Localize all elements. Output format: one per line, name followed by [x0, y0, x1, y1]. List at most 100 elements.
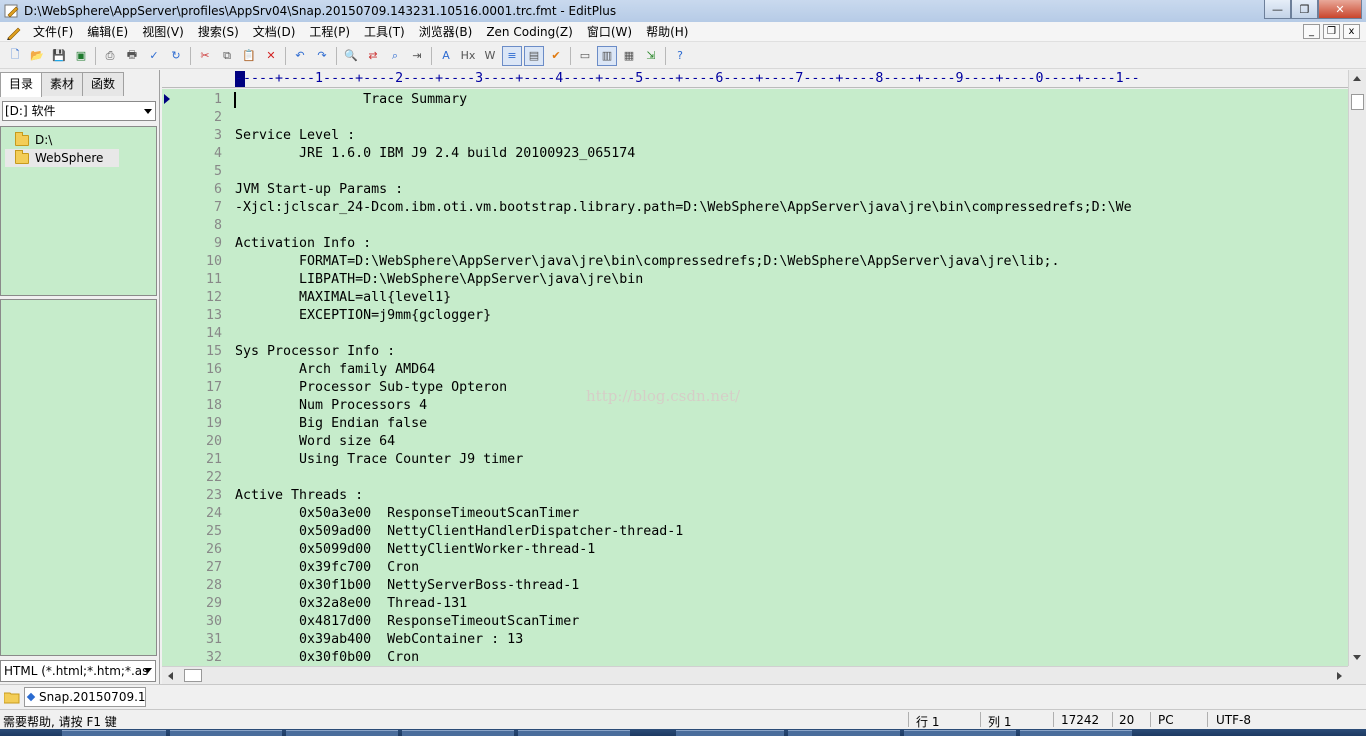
taskbar-item[interactable]	[676, 730, 784, 736]
scroll-left-arrow-icon[interactable]	[168, 672, 173, 680]
code-line[interactable]: Service Level :	[235, 127, 355, 145]
directory-tree-item[interactable]: D:\	[15, 131, 52, 149]
open-file-icon[interactable]: 📂	[27, 46, 47, 66]
menu-item[interactable]: 编辑(E)	[80, 22, 135, 42]
vertical-scrollbar[interactable]	[1348, 70, 1366, 666]
code-line[interactable]: 0x4817d00 ResponseTimeoutScanTimer	[235, 613, 579, 631]
text-area[interactable]: http://blog.csdn.net/ Trace Summary Servi…	[234, 89, 1348, 666]
code-line[interactable]: Processor Sub-type Opteron	[235, 379, 507, 397]
find-in-files-icon[interactable]: ⌕	[385, 46, 405, 66]
menu-item[interactable]: 文件(F)	[26, 22, 80, 42]
code-line[interactable]: 0x5099d00 NettyClientWorker-thread-1	[235, 541, 595, 559]
refresh-icon[interactable]: ↻	[166, 46, 186, 66]
file-list[interactable]	[0, 299, 157, 656]
taskbar-item[interactable]	[286, 730, 398, 736]
run-icon[interactable]: ⇲	[641, 46, 661, 66]
maximize-button[interactable]: ❐	[1291, 0, 1318, 19]
line-number-gutter[interactable]: 1 2 3 4 5 6 7 8 9 10 11 12 13 14 15 16 17 18 19 20 21 22 23 24 2…	[162, 89, 234, 666]
status-line-ending[interactable]: PC	[1158, 713, 1174, 727]
replace-icon[interactable]: ⇄	[363, 46, 383, 66]
delete-icon[interactable]: ✕	[261, 46, 281, 66]
document-pen-icon[interactable]	[6, 24, 22, 40]
code-line[interactable]: LIBPATH=D:\WebSphere\AppServer\java\jre\…	[235, 271, 643, 289]
editplus-app-icon[interactable]	[4, 3, 20, 19]
code-line[interactable]: Big Endian false	[235, 415, 427, 433]
menu-item[interactable]: 浏览器(B)	[412, 22, 480, 42]
code-line[interactable]: MAXIMAL=all{level1}	[235, 289, 451, 307]
new-file-icon[interactable]: 🗋	[5, 46, 25, 66]
doc-minimize-button[interactable]: _	[1303, 24, 1320, 39]
vertical-scroll-thumb[interactable]	[1351, 94, 1364, 110]
save-all-icon[interactable]: ▣	[71, 46, 91, 66]
scroll-right-arrow-icon[interactable]	[1337, 672, 1342, 680]
hex-icon[interactable]: Hx	[458, 46, 478, 66]
taskbar-item[interactable]	[62, 730, 166, 736]
document-tab[interactable]: Snap.20150709.1	[24, 687, 146, 707]
menu-item[interactable]: 工程(P)	[302, 22, 357, 42]
menu-item[interactable]: 视图(V)	[135, 22, 191, 42]
code-line[interactable]: 0x39ab400 WebContainer : 13	[235, 631, 523, 649]
code-line[interactable]: Word size 64	[235, 433, 395, 451]
taskbar-item[interactable]	[904, 730, 1016, 736]
menu-item[interactable]: 帮助(H)	[639, 22, 695, 42]
paste-icon[interactable]: 📋	[239, 46, 259, 66]
status-encoding[interactable]: UTF-8	[1216, 713, 1251, 727]
code-line[interactable]: FORMAT=D:\WebSphere\AppServer\java\jre\b…	[235, 253, 1060, 271]
directory-tree-item[interactable]: WebSphere	[5, 149, 120, 167]
undo-icon[interactable]: ↶	[290, 46, 310, 66]
menu-item[interactable]: Zen Coding(Z)	[479, 22, 580, 42]
code-line[interactable]: Sys Processor Info :	[235, 343, 395, 361]
taskbar-item[interactable]	[518, 730, 630, 736]
code-line[interactable]: Activation Info :	[235, 235, 371, 253]
close-button[interactable]: ✕	[1318, 0, 1362, 19]
redo-icon[interactable]: ↷	[312, 46, 332, 66]
ruler-icon[interactable]: ▤	[524, 45, 544, 66]
menu-item[interactable]: 搜索(S)	[191, 22, 246, 42]
spell-check-icon[interactable]: ✓	[144, 46, 164, 66]
doc-close-button[interactable]: x	[1343, 24, 1360, 39]
sidebar-tab[interactable]: 素材	[41, 72, 84, 96]
scroll-down-arrow-icon[interactable]	[1353, 655, 1361, 660]
code-line[interactable]: 0x509ad00 NettyClientHandlerDispatcher-t…	[235, 523, 683, 541]
help-icon[interactable]: ?	[670, 46, 690, 66]
print-preview-icon[interactable]: ⎙	[100, 46, 120, 66]
horizontal-scrollbar[interactable]	[162, 666, 1348, 684]
output-window-icon[interactable]: ▦	[619, 46, 639, 66]
doc-restore-button[interactable]: ❐	[1323, 24, 1340, 39]
folder-icon[interactable]	[4, 691, 20, 704]
drive-select[interactable]: [D:] 软件	[2, 101, 156, 121]
horizontal-scroll-thumb[interactable]	[184, 669, 202, 682]
menu-item[interactable]: 窗口(W)	[580, 22, 639, 42]
taskbar-item[interactable]	[1020, 730, 1132, 736]
sidebar-tab[interactable]: 目录	[0, 72, 43, 97]
directory-window-icon[interactable]: ▥	[597, 45, 617, 66]
code-line[interactable]: 0x30f1b00 NettyServerBoss-thread-1	[235, 577, 579, 595]
code-line[interactable]: JRE 1.6.0 IBM J9 2.4 build 20100923_0651…	[235, 145, 635, 163]
browser-icon[interactable]: ▭	[575, 46, 595, 66]
check-icon[interactable]: ✔	[546, 46, 566, 66]
code-line[interactable]: 0x32a8e00 Thread-131	[235, 595, 467, 613]
taskbar-item[interactable]	[788, 730, 900, 736]
code-line[interactable]: Active Threads :	[235, 487, 363, 505]
sidebar-tab[interactable]: 函数	[82, 72, 125, 96]
file-type-filter[interactable]: HTML (*.html;*.htm;*.as	[0, 660, 156, 682]
menu-item[interactable]: 工具(T)	[357, 22, 412, 42]
code-line[interactable]: Arch family AMD64	[235, 361, 435, 379]
chevron-down-icon[interactable]	[144, 109, 152, 114]
minimize-button[interactable]: —	[1264, 0, 1291, 19]
code-line[interactable]: Num Processors 4	[235, 397, 427, 415]
line-numbers-icon[interactable]: ≡	[502, 45, 522, 66]
find-icon[interactable]: 🔍	[341, 46, 361, 66]
code-line[interactable]: 0x30f0b00 Cron	[235, 649, 419, 666]
save-icon[interactable]: 💾	[49, 46, 69, 66]
taskbar-item[interactable]	[402, 730, 514, 736]
code-line[interactable]: Trace Summary	[235, 91, 467, 109]
menu-item[interactable]: 文档(D)	[246, 22, 303, 42]
print-icon[interactable]: 🖶	[122, 46, 142, 66]
scroll-up-arrow-icon[interactable]	[1353, 76, 1361, 81]
code-line[interactable]: JVM Start-up Params :	[235, 181, 403, 199]
cut-icon[interactable]: ✂	[195, 46, 215, 66]
chevron-down-icon[interactable]	[144, 668, 152, 673]
goto-line-icon[interactable]: ⇥	[407, 46, 427, 66]
code-line[interactable]: 0x50a3e00 ResponseTimeoutScanTimer	[235, 505, 579, 523]
